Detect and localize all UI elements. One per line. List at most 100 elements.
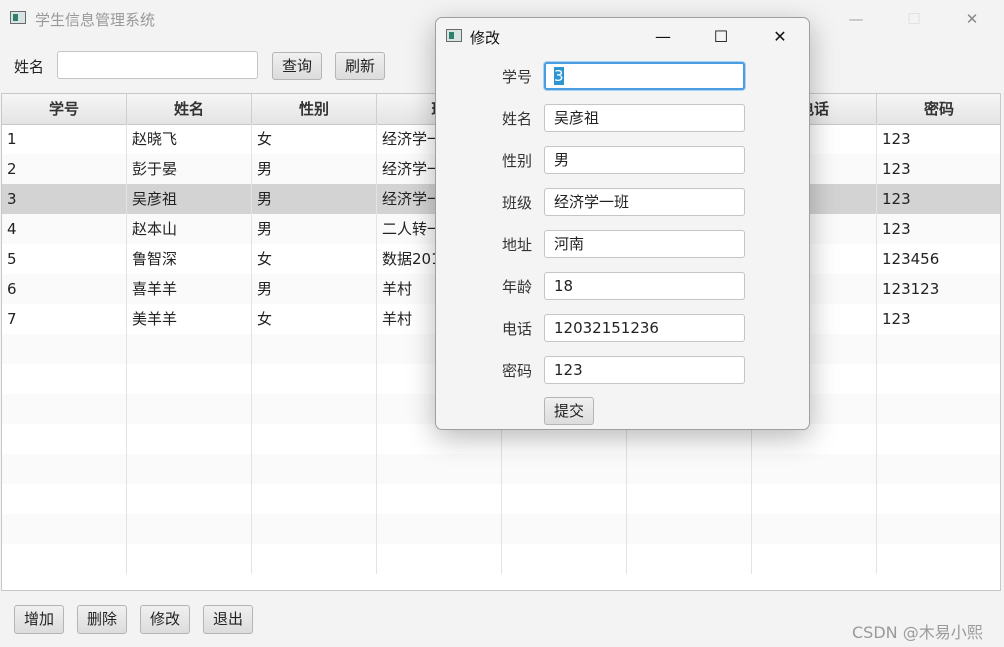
edit-button[interactable]: 修改 bbox=[140, 605, 190, 634]
table-cell bbox=[2, 484, 127, 514]
maximize-button[interactable]: ☐ bbox=[894, 6, 934, 32]
table-cell: 3 bbox=[2, 184, 127, 214]
minimize-button[interactable]: — bbox=[836, 6, 876, 32]
field-label: 电话 bbox=[501, 320, 532, 338]
edit-dialog: 修改 — ☐ ✕ 学号 3 姓名 吴彦祖 性别 男班级 经济学一班 地址 河南 年龄 18 电话 120… bbox=[435, 17, 810, 430]
table-cell bbox=[127, 544, 252, 574]
table-cell bbox=[127, 484, 252, 514]
search-label: 姓名 bbox=[14, 58, 45, 76]
table-cell bbox=[127, 334, 252, 364]
field-input[interactable]: 吴彦祖 bbox=[544, 104, 745, 132]
field-value: 12032151236 bbox=[554, 319, 659, 337]
table-cell bbox=[877, 424, 1000, 454]
table-cell: 2 bbox=[2, 154, 127, 184]
field-value: 经济学一班 bbox=[554, 193, 630, 211]
table-cell: 女 bbox=[252, 244, 377, 274]
column-header[interactable]: 学号 bbox=[2, 94, 127, 124]
table-cell bbox=[627, 484, 752, 514]
submit-button[interactable]: 提交 bbox=[544, 397, 594, 425]
table-cell bbox=[627, 544, 752, 574]
table-cell: 赵本山 bbox=[127, 214, 252, 244]
add-button[interactable]: 增加 bbox=[14, 605, 64, 634]
table-cell: 彭于晏 bbox=[127, 154, 252, 184]
field-label: 学号 bbox=[501, 68, 532, 86]
table-cell bbox=[127, 424, 252, 454]
table-cell bbox=[2, 334, 127, 364]
table-cell bbox=[502, 514, 627, 544]
dialog-maximize-button[interactable]: ☐ bbox=[701, 24, 741, 50]
dialog-titlebar: 修改 — ☐ ✕ bbox=[436, 18, 809, 56]
table-cell bbox=[2, 424, 127, 454]
table-cell: 123 bbox=[877, 214, 1000, 244]
table-cell: 123123 bbox=[877, 274, 1000, 304]
table-cell: 123 bbox=[877, 154, 1000, 184]
empty-table-row[interactable] bbox=[2, 454, 1000, 484]
table-cell bbox=[377, 484, 502, 514]
watermark: CSDN @木易小熙 bbox=[852, 623, 983, 642]
field-input[interactable]: 123 bbox=[544, 356, 745, 384]
table-cell bbox=[377, 544, 502, 574]
empty-table-row[interactable] bbox=[2, 514, 1000, 544]
field-input[interactable]: 经济学一班 bbox=[544, 188, 745, 216]
table-cell: 喜羊羊 bbox=[127, 274, 252, 304]
exit-button[interactable]: 退出 bbox=[203, 605, 253, 634]
field-value: 吴彦祖 bbox=[554, 109, 600, 127]
dialog-close-button[interactable]: ✕ bbox=[760, 24, 800, 50]
column-header[interactable]: 性别 bbox=[252, 94, 377, 124]
table-cell bbox=[252, 484, 377, 514]
table-cell: 女 bbox=[252, 304, 377, 334]
table-cell bbox=[502, 454, 627, 484]
table-cell bbox=[877, 484, 1000, 514]
field-input[interactable]: 河南 bbox=[544, 230, 745, 258]
field-value: 河南 bbox=[554, 235, 585, 253]
app-icon bbox=[10, 11, 26, 24]
field-label: 班级 bbox=[501, 194, 532, 212]
column-header[interactable]: 密码 bbox=[877, 94, 1000, 124]
table-cell: 5 bbox=[2, 244, 127, 274]
table-cell bbox=[2, 364, 127, 394]
field-label: 密码 bbox=[501, 362, 532, 380]
window-title: 学生信息管理系统 bbox=[35, 11, 156, 29]
name-search-input[interactable] bbox=[57, 51, 258, 79]
refresh-button[interactable]: 刷新 bbox=[335, 52, 385, 80]
delete-button[interactable]: 删除 bbox=[77, 605, 127, 634]
table-cell: 4 bbox=[2, 214, 127, 244]
dialog-minimize-button[interactable]: — bbox=[643, 24, 683, 50]
table-cell bbox=[877, 334, 1000, 364]
table-cell bbox=[627, 514, 752, 544]
table-cell bbox=[252, 424, 377, 454]
query-button[interactable]: 查询 bbox=[272, 52, 322, 80]
empty-table-row[interactable] bbox=[2, 484, 1000, 514]
close-button[interactable]: ✕ bbox=[952, 6, 992, 32]
field-input[interactable]: 12032151236 bbox=[544, 314, 745, 342]
table-cell bbox=[752, 544, 877, 574]
table-cell bbox=[752, 454, 877, 484]
table-cell bbox=[127, 514, 252, 544]
field-label: 地址 bbox=[501, 236, 532, 254]
table-cell: 女 bbox=[252, 124, 377, 154]
table-cell: 6 bbox=[2, 274, 127, 304]
field-label: 年龄 bbox=[501, 278, 532, 296]
table-cell: 美羊羊 bbox=[127, 304, 252, 334]
table-cell: 男 bbox=[252, 184, 377, 214]
table-cell: 123 bbox=[877, 304, 1000, 334]
field-input[interactable]: 男 bbox=[544, 146, 745, 174]
table-cell bbox=[877, 514, 1000, 544]
table-cell bbox=[877, 544, 1000, 574]
field-input[interactable]: 18 bbox=[544, 272, 745, 300]
table-cell: 赵晓飞 bbox=[127, 124, 252, 154]
table-cell bbox=[252, 364, 377, 394]
table-cell bbox=[502, 484, 627, 514]
field-value: 3 bbox=[554, 67, 564, 85]
column-header[interactable]: 姓名 bbox=[127, 94, 252, 124]
empty-table-row[interactable] bbox=[2, 544, 1000, 574]
dialog-app-icon bbox=[446, 29, 462, 42]
table-cell: 男 bbox=[252, 274, 377, 304]
field-value: 123 bbox=[554, 361, 583, 379]
table-cell bbox=[127, 454, 252, 484]
field-input[interactable]: 3 bbox=[544, 62, 745, 90]
table-cell: 123 bbox=[877, 184, 1000, 214]
table-cell bbox=[877, 364, 1000, 394]
table-cell bbox=[377, 514, 502, 544]
table-cell bbox=[877, 394, 1000, 424]
